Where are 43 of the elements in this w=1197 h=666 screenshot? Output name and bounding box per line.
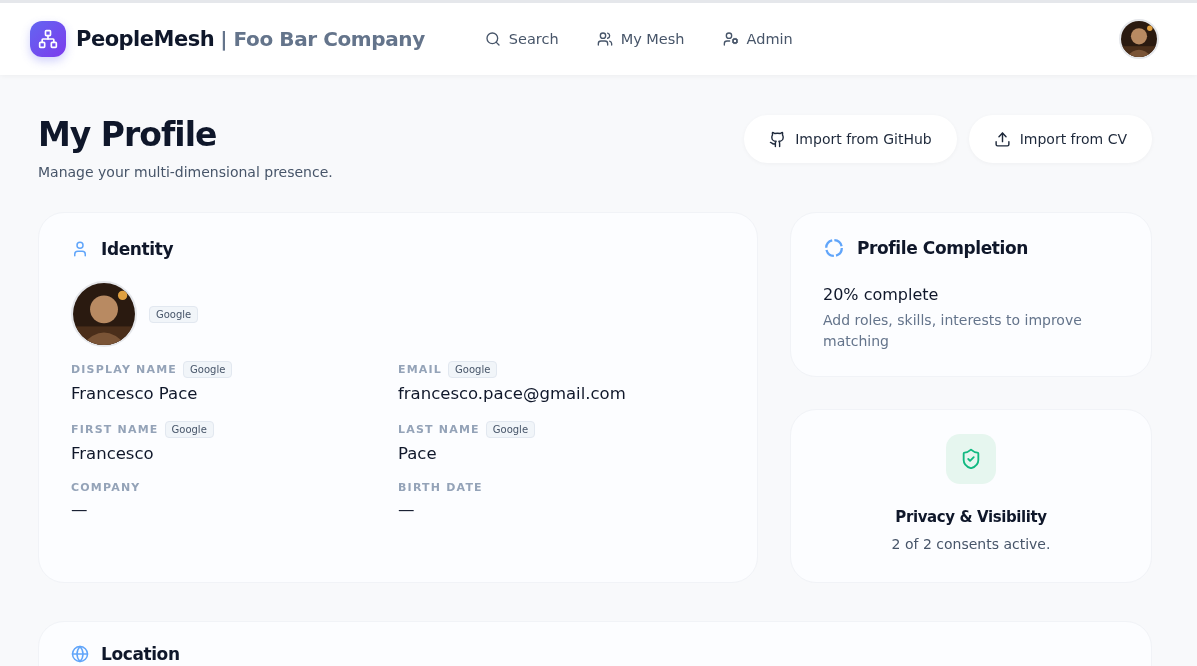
field-label: BIRTH DATE [398, 481, 483, 494]
source-tag: Google [448, 361, 498, 378]
completion-status: 20% complete [823, 285, 940, 304]
source-tag: Google [149, 305, 199, 323]
field-label: COMPANY [71, 481, 141, 494]
people-icon [596, 31, 613, 47]
github-icon [769, 130, 787, 148]
nav-link[interactable]: Search [484, 31, 559, 47]
card-title: Privacy & Visibility [895, 508, 1047, 526]
person-gear-icon [722, 31, 739, 47]
completion-hint: Add roles, skills, interests to improve matching [823, 311, 1083, 351]
company-name: | Foo Bar Company [220, 27, 425, 51]
field-value: Pace [398, 444, 438, 463]
person-icon [71, 240, 89, 258]
nav-link[interactable]: My Mesh [596, 31, 685, 47]
shield-icon [946, 434, 996, 484]
field-value: — [71, 500, 89, 519]
import-button[interactable]: Import from GitHub [744, 115, 957, 163]
brand-name: PeopleMesh [76, 27, 215, 51]
field-value: Francesco [71, 444, 155, 463]
field-value: francesco.pace@gmail.com [398, 384, 627, 403]
page-subtitle: Manage your multi-dimensional presence. [38, 164, 333, 180]
field-label: FIRST NAME [71, 423, 159, 436]
field-value: Francesco Pace [71, 384, 199, 403]
field-value: — [398, 500, 416, 519]
card-title: Profile Completion [857, 238, 1028, 258]
logo-icon[interactable] [30, 21, 66, 57]
field-label: DISPLAY NAME [71, 363, 178, 376]
privacy-status: 2 of 2 consents active. [891, 536, 1051, 552]
nav-link[interactable]: Admin [722, 31, 793, 47]
page-title: My Profile [38, 115, 218, 154]
field-label: EMAIL [398, 363, 443, 376]
globe-icon [71, 645, 89, 663]
loader-icon [823, 237, 845, 259]
search-icon [484, 31, 501, 47]
field-label: LAST NAME [398, 423, 480, 436]
source-tag: Google [164, 421, 214, 438]
import-button[interactable]: Import from CV [968, 115, 1152, 163]
card-title: Location [101, 644, 180, 664]
card-title: Identity [101, 239, 174, 259]
source-tag: Google [485, 421, 536, 438]
source-tag: Google [183, 361, 233, 378]
upload-icon [993, 130, 1011, 148]
